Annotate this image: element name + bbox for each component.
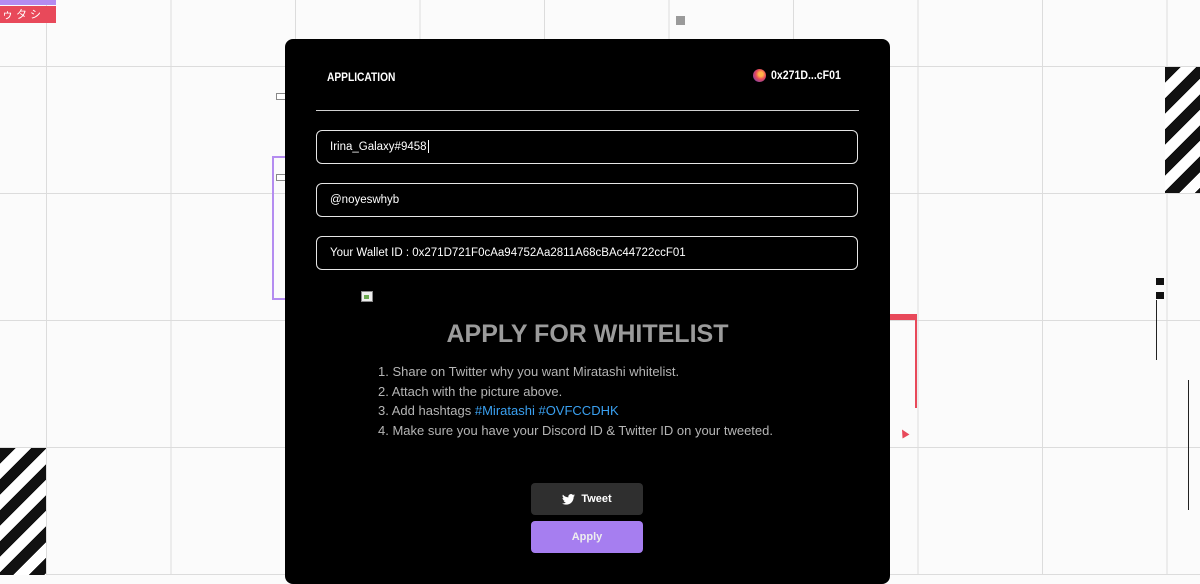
instruction-step: 2. Attach with the picture above.: [378, 383, 563, 399]
modal-title: APPLICATION: [327, 70, 396, 84]
wallet-avatar-icon: [752, 68, 766, 82]
wallet-id-field[interactable]: Your Wallet ID : 0x271D721F0cAa94752Aa28…: [316, 236, 858, 270]
decor-line: [1188, 380, 1189, 510]
text-cursor: [427, 140, 429, 154]
broken-image-icon: [361, 291, 373, 302]
wallet-address-short: 0x271D...cF01: [770, 68, 841, 82]
twitter-id-field[interactable]: @noyeswhyb: [316, 183, 858, 217]
twitter-id-value: @noyeswhyb: [330, 194, 400, 206]
apply-headline: APPLY FOR WHITELIST: [446, 320, 729, 348]
apply-button-label: Apply: [571, 531, 603, 543]
discord-id-field[interactable]: Irina_Galaxy#9458: [316, 130, 858, 164]
instruction-list: 1. Share on Twitter why you want Miratas…: [378, 362, 773, 440]
hashtag-link[interactable]: #OVFCCDHK: [538, 403, 618, 418]
apply-button[interactable]: Apply: [531, 521, 643, 553]
decor-square: [676, 16, 685, 25]
hazard-stripes-left: [0, 448, 46, 575]
application-modal: APPLICATION 0x271D...cF01 Irina_Galaxy#9…: [285, 39, 890, 584]
modal-header: APPLICATION 0x271D...cF01: [316, 39, 859, 111]
corner-tag: ゥタシ: [0, 6, 56, 23]
twitter-bird-icon: [562, 493, 576, 505]
decor-bar-red: [890, 314, 917, 320]
instruction-step: 4. Make sure you have your Discord ID & …: [378, 422, 773, 438]
wallet-id-value: Your Wallet ID : 0x271D721F0cAa94752Aa28…: [330, 247, 686, 259]
corner-tag-strip: [0, 0, 56, 5]
discord-id-value: Irina_Galaxy#9458: [330, 141, 427, 153]
hazard-stripes-right: [1165, 67, 1200, 193]
instruction-step-text: 3. Add hashtags: [378, 403, 472, 418]
hashtag-link[interactable]: #Miratashi: [475, 403, 535, 418]
instruction-step: 1. Share on Twitter why you want Miratas…: [378, 364, 680, 379]
decor-line: [1156, 300, 1157, 360]
decor-line-red: [915, 320, 917, 408]
decor-block: [1156, 278, 1164, 285]
tweet-button-label: Tweet: [581, 493, 612, 505]
wallet-badge[interactable]: 0x271D...cF01: [752, 68, 850, 82]
tweet-button[interactable]: Tweet: [531, 483, 643, 515]
instruction-step: 3. Add hashtags #Miratashi #OVFCCDHK: [378, 401, 773, 421]
decor-block: [1156, 292, 1164, 299]
